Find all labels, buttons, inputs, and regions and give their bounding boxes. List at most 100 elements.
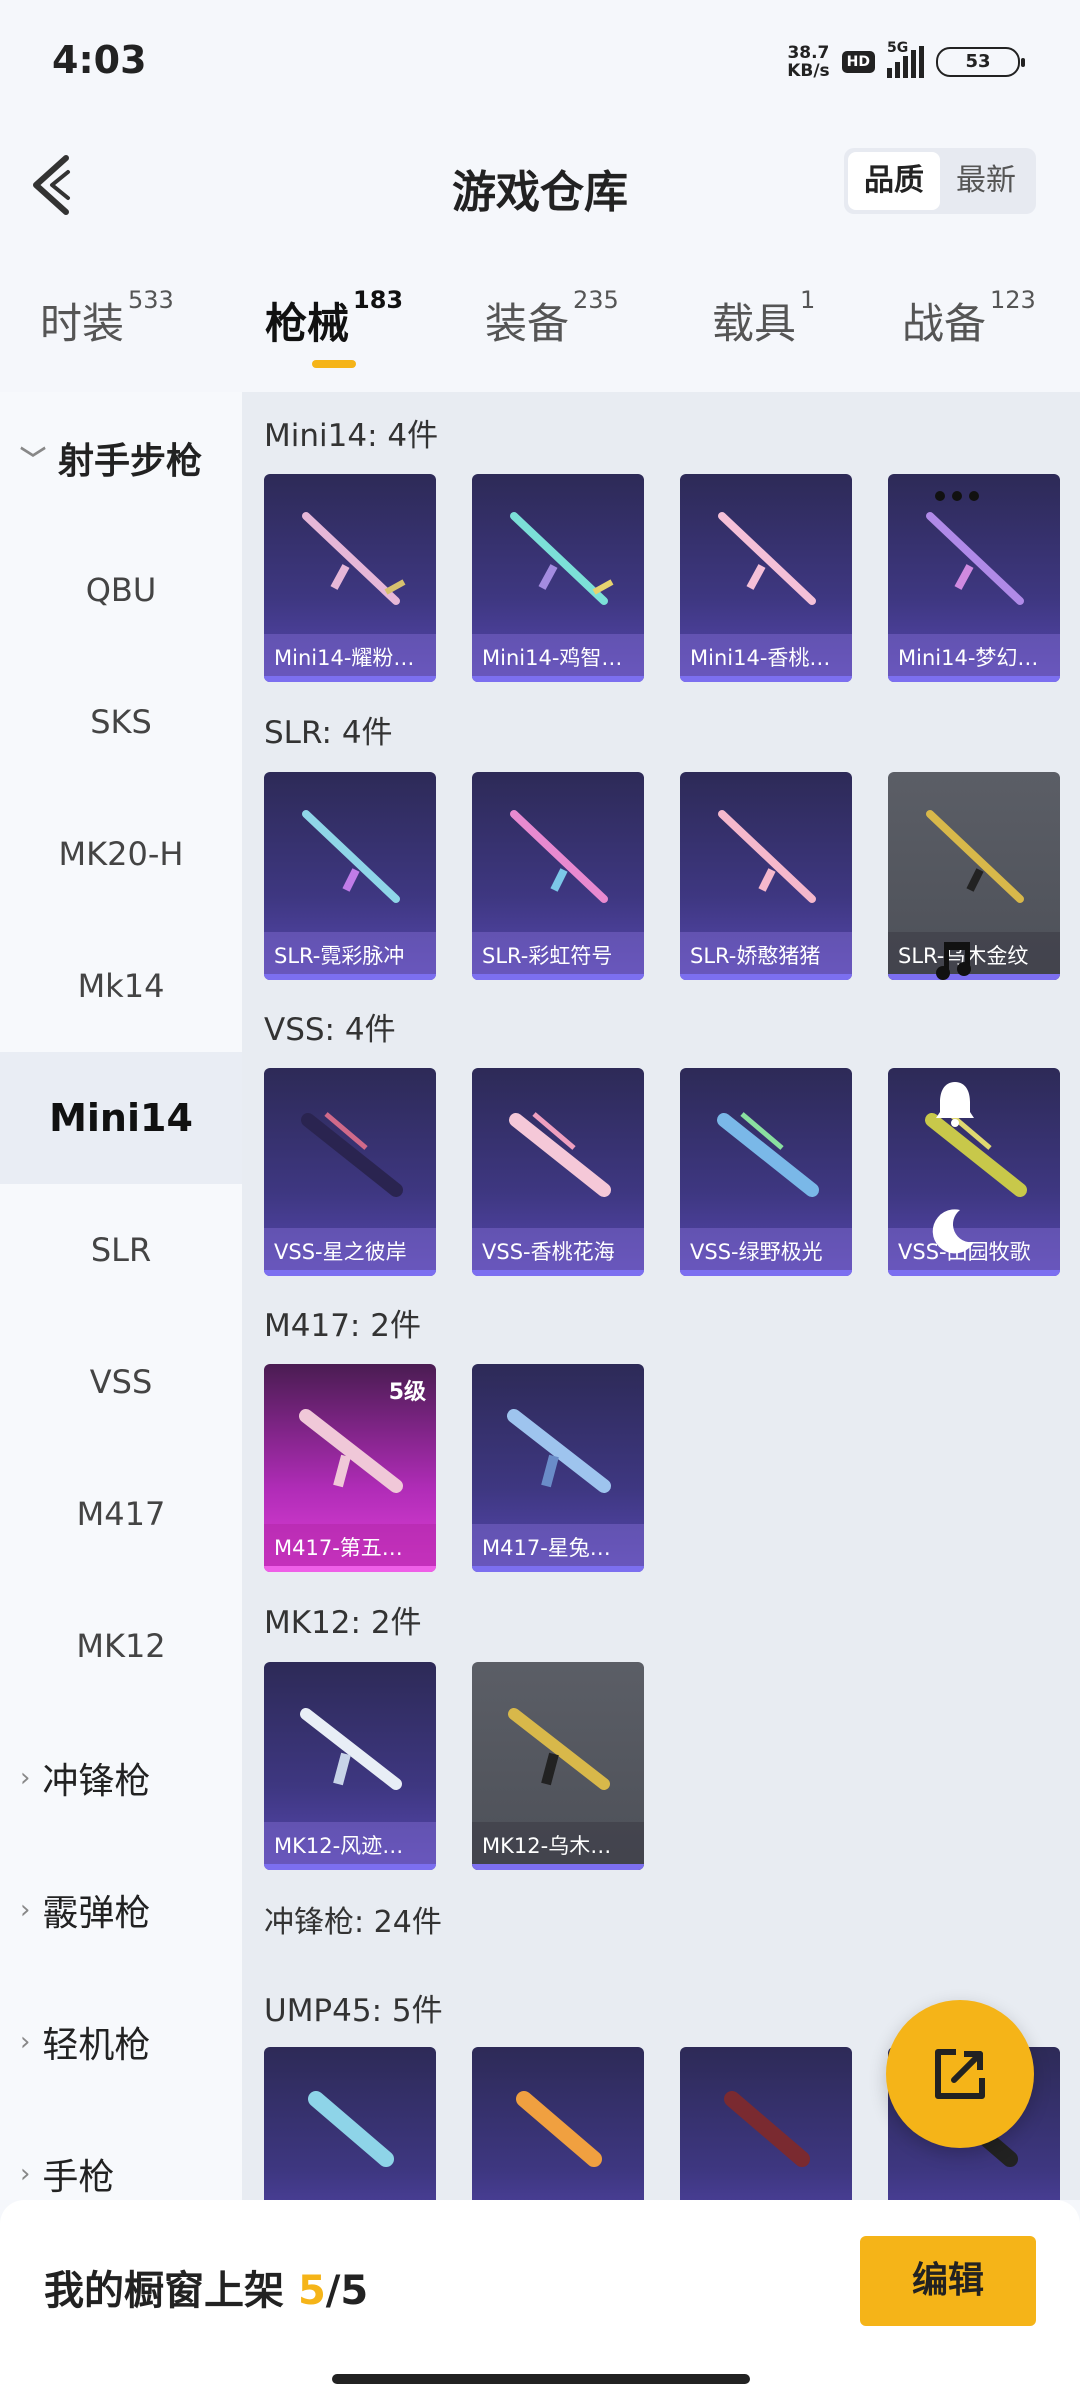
share-external-icon bbox=[935, 2049, 985, 2099]
tab-label: 装备 bbox=[485, 299, 570, 348]
skin-card[interactable]: SLR-彩虹符号 bbox=[472, 772, 644, 980]
skin-card[interactable]: VSS-星之彼岸 bbox=[264, 1068, 436, 1276]
skin-card[interactable]: SLR-娇憨猪猪 bbox=[680, 772, 852, 980]
sort-toggle: 品质 最新 bbox=[844, 148, 1036, 214]
tab-count: 533 bbox=[128, 286, 174, 314]
rifle-icon bbox=[299, 1409, 403, 1493]
sidebar-item-qbu[interactable]: QBU bbox=[0, 524, 242, 656]
section-title-slr: SLR: 4件 bbox=[264, 715, 393, 751]
network-speed: 38.7 KB/s bbox=[787, 44, 829, 80]
tab-vehicles[interactable]: 载具 1 bbox=[712, 286, 815, 351]
showcase-total-count: /5 bbox=[325, 2268, 369, 2314]
sidebar-item-mk14[interactable]: Mk14 bbox=[0, 920, 242, 1052]
app-header: 游戏仓库 品质 最新 bbox=[0, 130, 1080, 240]
section-title-smg: 冲锋枪: 24件 bbox=[264, 1905, 442, 1940]
tab-count: 183 bbox=[353, 286, 404, 314]
rarity-bar bbox=[680, 974, 852, 980]
tab-label: 载具 bbox=[712, 299, 797, 348]
rifle-icon bbox=[508, 1708, 610, 1790]
skin-card[interactable]: Mini14-香桃… bbox=[680, 474, 852, 682]
tab-label: 战备 bbox=[902, 299, 987, 348]
tab-guns[interactable]: 枪械 183 bbox=[265, 286, 403, 351]
bell-icon[interactable] bbox=[932, 1078, 978, 1128]
chevron-right-icon: › bbox=[20, 1763, 31, 1793]
skin-card[interactable] bbox=[472, 2047, 644, 2200]
skin-name: VSS-绿野极光 bbox=[680, 1228, 852, 1276]
sidebar-item-mk12[interactable]: MK12 bbox=[0, 1580, 242, 1712]
rarity-bar bbox=[888, 1270, 1060, 1276]
skin-name: Mini14-梦幻… bbox=[888, 634, 1060, 682]
skin-name: SLR-彩虹符号 bbox=[472, 932, 644, 980]
status-icons: 38.7 KB/s HD 5G 53 bbox=[787, 40, 1025, 80]
active-tab-indicator bbox=[312, 360, 356, 368]
sidebar-group-label: 冲锋枪 bbox=[42, 1761, 151, 1802]
sidebar-group-marksman[interactable]: ﹀ 射手步枪 bbox=[0, 392, 242, 524]
rifle-icon bbox=[718, 810, 816, 903]
skin-name: VSS-星之彼岸 bbox=[264, 1228, 436, 1276]
skin-name: VSS-香桃花海 bbox=[472, 1228, 644, 1276]
tab-fashion[interactable]: 时装 533 bbox=[40, 286, 174, 351]
skin-card[interactable]: VSS-香桃花海 bbox=[472, 1068, 644, 1276]
rarity-bar bbox=[472, 974, 644, 980]
skin-card[interactable]: Mini14-梦幻… bbox=[888, 474, 1060, 682]
music-note-icon[interactable] bbox=[932, 938, 978, 984]
skin-card[interactable]: MK12-乌木… bbox=[472, 1662, 644, 1870]
sort-quality-button[interactable]: 品质 bbox=[848, 152, 940, 210]
more-icon[interactable] bbox=[932, 488, 982, 504]
skin-card[interactable]: M417-星兔… bbox=[472, 1364, 644, 1572]
skin-card[interactable]: Mini14-耀粉… bbox=[264, 474, 436, 682]
skin-card[interactable]: Mini14-鸡智… bbox=[472, 474, 644, 682]
edit-button[interactable]: 编辑 bbox=[860, 2236, 1036, 2326]
rarity-bar bbox=[472, 1566, 644, 1572]
tab-label: 枪械 bbox=[265, 299, 350, 348]
sidebar-group-label: 手枪 bbox=[42, 2157, 115, 2198]
showcase-label: 我的橱窗上架 bbox=[44, 2268, 284, 2314]
skin-name: Mini14-香桃… bbox=[680, 634, 852, 682]
smg-icon bbox=[308, 2091, 394, 2167]
home-indicator[interactable] bbox=[332, 2374, 750, 2384]
rarity-bar bbox=[472, 676, 644, 682]
skin-card[interactable]: MK12-风迹… bbox=[264, 1662, 436, 1870]
sidebar-group-label: 轻机枪 bbox=[42, 2025, 151, 2066]
moon-icon[interactable] bbox=[930, 1206, 978, 1256]
section-title-ump45: UMP45: 5件 bbox=[264, 1993, 443, 2029]
sidebar-group-smg[interactable]: › 冲锋枪 bbox=[0, 1712, 242, 1844]
chevron-down-icon: ﹀ bbox=[20, 445, 47, 476]
weapon-type-sidebar: ﹀ 射手步枪 QBU SKS MK20-H Mk14 Mini14 SLR VSS… bbox=[0, 392, 242, 2200]
rarity-bar bbox=[888, 676, 1060, 682]
sidebar-item-vss[interactable]: VSS bbox=[0, 1316, 242, 1448]
rifle-icon bbox=[302, 810, 400, 903]
network-speed-unit: KB/s bbox=[787, 61, 830, 81]
sidebar-item-m417[interactable]: M417 bbox=[0, 1448, 242, 1580]
rifle-icon bbox=[510, 512, 614, 605]
rarity-bar bbox=[264, 1566, 436, 1572]
tab-supplies[interactable]: 战备 123 bbox=[902, 286, 1036, 351]
section-title-mk12: MK12: 2件 bbox=[264, 1605, 422, 1641]
chevron-right-icon: › bbox=[20, 1895, 31, 1925]
smg-icon bbox=[724, 2091, 810, 2167]
skin-card[interactable] bbox=[264, 2047, 436, 2200]
skin-name: Mini14-耀粉… bbox=[264, 634, 436, 682]
sidebar-item-mk20h[interactable]: MK20-H bbox=[0, 788, 242, 920]
share-fab[interactable] bbox=[886, 2000, 1034, 2148]
rarity-bar bbox=[264, 676, 436, 682]
sidebar-item-sks[interactable]: SKS bbox=[0, 656, 242, 788]
skin-card[interactable]: SLR-霓彩脉冲 bbox=[264, 772, 436, 980]
sort-newest-button[interactable]: 最新 bbox=[940, 152, 1032, 210]
tab-equipment[interactable]: 装备 235 bbox=[485, 286, 619, 351]
sidebar-item-slr[interactable]: SLR bbox=[0, 1184, 242, 1316]
category-tabs: 时装 533 枪械 183 装备 235 载具 1 战备 123 bbox=[0, 280, 1080, 370]
sidebar-group-lmg[interactable]: › 轻机枪 bbox=[0, 1976, 242, 2108]
sidebar-item-mini14[interactable]: Mini14 bbox=[0, 1052, 242, 1184]
skin-card[interactable]: 5级 M417-第五… bbox=[264, 1364, 436, 1572]
rarity-bar bbox=[472, 1270, 644, 1276]
rifle-icon bbox=[301, 1112, 403, 1197]
section-title-m417: M417: 2件 bbox=[264, 1308, 421, 1344]
tab-label: 时装 bbox=[40, 299, 125, 348]
skin-card[interactable] bbox=[680, 2047, 852, 2200]
skin-card[interactable]: VSS-绿野极光 bbox=[680, 1068, 852, 1276]
rarity-bar bbox=[264, 974, 436, 980]
section-title-mini14: Mini14: 4件 bbox=[264, 418, 439, 454]
rifle-icon bbox=[302, 512, 406, 605]
sidebar-group-shotgun[interactable]: › 霰弹枪 bbox=[0, 1844, 242, 1976]
